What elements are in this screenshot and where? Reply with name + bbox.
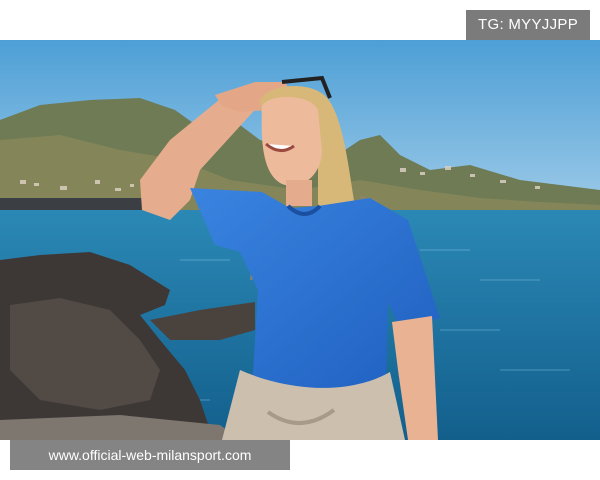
face	[261, 97, 322, 186]
watermark-tag: TG: MYYJJPP	[466, 10, 590, 40]
scene-photo	[0, 40, 600, 440]
neck	[286, 180, 312, 206]
watermark-url: www.official-web-milansport.com	[10, 440, 290, 470]
